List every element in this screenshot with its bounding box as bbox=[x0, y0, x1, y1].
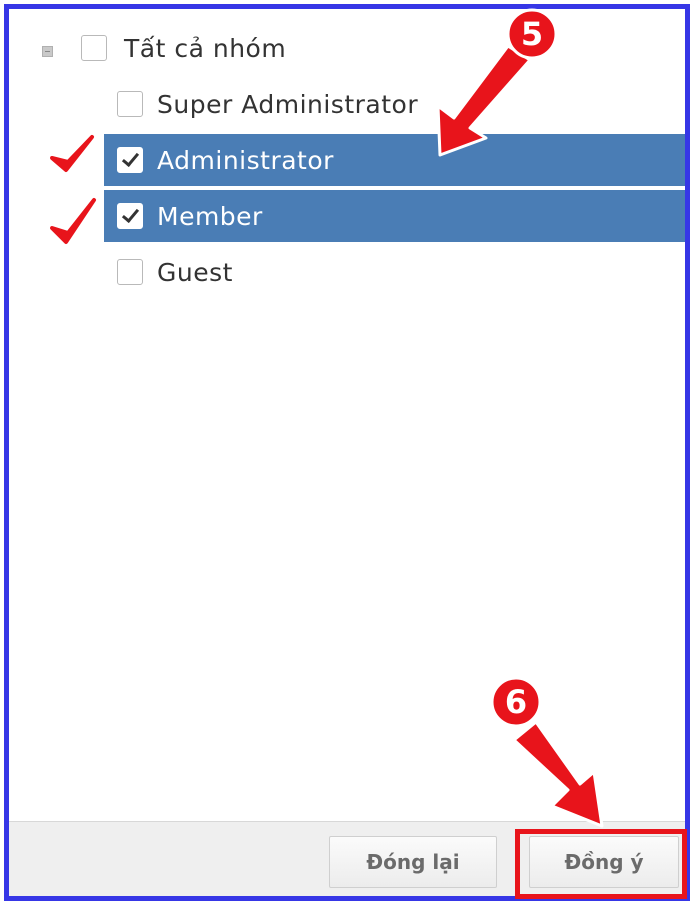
checkbox-icon[interactable] bbox=[117, 147, 143, 173]
group-item-member[interactable]: Member bbox=[104, 190, 685, 242]
close-button[interactable]: Đóng lại bbox=[329, 836, 497, 888]
group-item-super-administrator[interactable]: Super Administrator bbox=[104, 78, 685, 130]
checkbox-icon[interactable] bbox=[117, 259, 143, 285]
group-item-guest[interactable]: Guest bbox=[104, 246, 685, 298]
check-mark-icon bbox=[121, 148, 140, 168]
group-item-administrator[interactable]: Administrator bbox=[104, 134, 685, 186]
checkbox-icon[interactable] bbox=[117, 91, 143, 117]
checkbox-icon[interactable] bbox=[81, 35, 107, 61]
dialog-footer: Đóng lại Đồng ý bbox=[9, 821, 685, 896]
group-item-label: Super Administrator bbox=[157, 90, 419, 119]
group-item-label: Administrator bbox=[157, 146, 334, 175]
group-item-label: Member bbox=[157, 202, 263, 231]
group-item-label: Guest bbox=[157, 258, 233, 287]
tree-root-row[interactable]: Tất cả nhóm bbox=[69, 22, 669, 74]
collapse-icon[interactable] bbox=[42, 46, 53, 57]
check-mark-icon bbox=[121, 204, 140, 224]
checkbox-icon[interactable] bbox=[117, 203, 143, 229]
group-picker-dialog: Tất cả nhóm Super Administrator Administ… bbox=[4, 4, 690, 901]
agree-button[interactable]: Đồng ý bbox=[529, 836, 679, 888]
tree-root-label: Tất cả nhóm bbox=[124, 34, 287, 63]
